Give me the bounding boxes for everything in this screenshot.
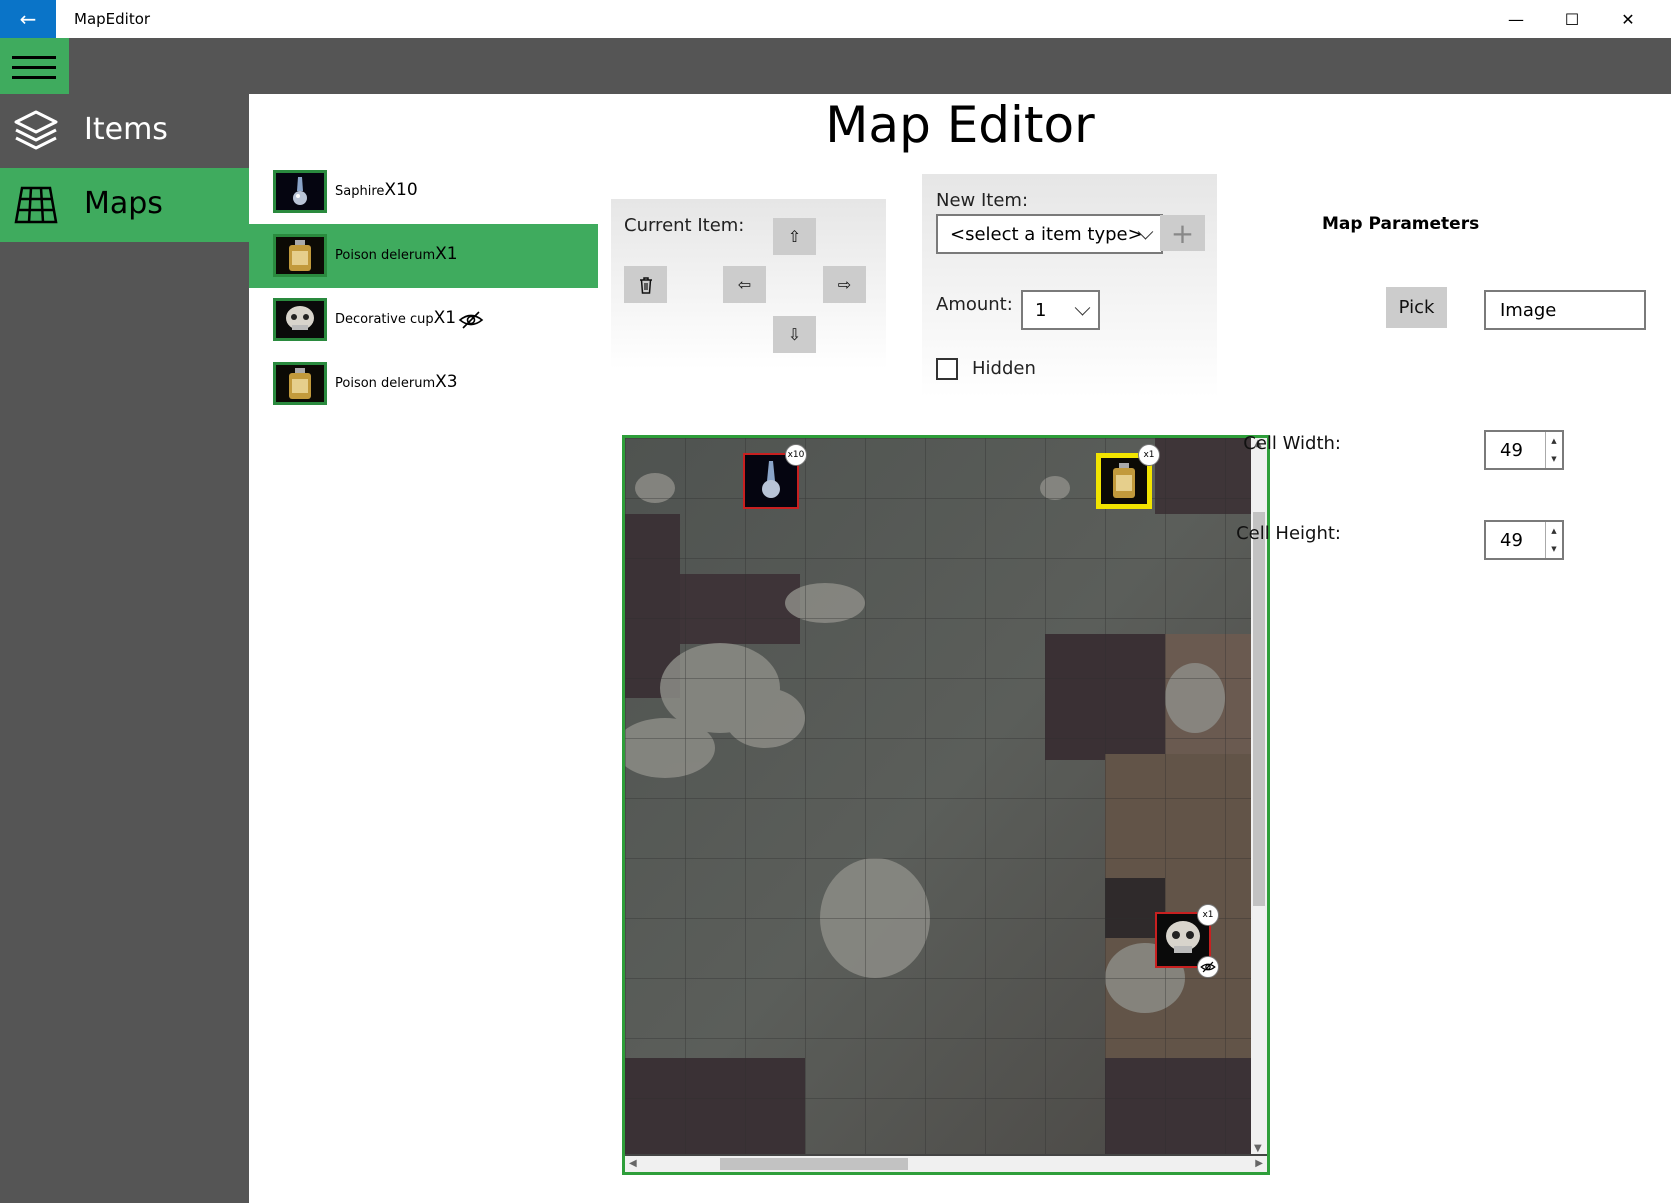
title-bar: ← MapEditor — ☐ ✕ — [0, 0, 1671, 38]
amount-label: Amount: — [936, 294, 1013, 315]
cell-height-stepper[interactable]: 49 ▲ ▼ — [1484, 520, 1564, 560]
app-title: MapEditor — [74, 10, 151, 28]
eye-hidden-icon — [458, 310, 484, 329]
nav-item-maps[interactable]: Maps — [0, 168, 249, 242]
item-type-select[interactable]: <select a item type> — [936, 214, 1163, 254]
amulet-icon — [273, 170, 327, 213]
decrement-icon[interactable]: ▼ — [1546, 450, 1562, 468]
list-item[interactable]: Poison delerumX3 — [249, 352, 598, 416]
page-title: Map Editor — [825, 96, 1095, 154]
left-nav: Items Maps — [0, 94, 249, 1203]
increment-icon[interactable]: ▲ — [1546, 432, 1562, 450]
hidden-label: Hidden — [972, 358, 1036, 379]
grid-icon — [14, 186, 58, 224]
move-up-button[interactable]: ⇧ — [773, 218, 816, 255]
cell-width-value: 49 — [1500, 439, 1523, 461]
nav-label-maps: Maps — [84, 186, 163, 221]
map-parameters-title: Map Parameters — [1322, 214, 1480, 234]
amount-value: 1 — [1035, 299, 1047, 321]
item-name: Decorative cup — [335, 312, 434, 327]
map-token-count-badge: x1 — [1138, 444, 1160, 466]
hamburger-menu-button[interactable] — [0, 38, 69, 94]
skull-cup-icon — [273, 298, 327, 341]
list-item-text: Poison delerumX3 — [335, 372, 458, 392]
top-bar — [0, 38, 1671, 94]
back-button[interactable]: ← — [0, 0, 56, 38]
cell-height-value: 49 — [1500, 529, 1523, 551]
chevron-down-icon — [1074, 300, 1091, 316]
flask-icon — [273, 234, 327, 277]
list-item[interactable]: Decorative cupX1 — [249, 288, 598, 352]
list-item-text: Poison delerumX1 — [335, 244, 458, 264]
layers-icon — [14, 110, 58, 150]
map-background — [625, 438, 1251, 1154]
item-name: Saphire — [335, 184, 385, 199]
move-down-button[interactable]: ⇩ — [773, 316, 816, 353]
cell-height-label: Cell Height: — [1236, 523, 1341, 544]
cell-width-stepper[interactable]: 49 ▲ ▼ — [1484, 430, 1564, 470]
item-count: X1 — [435, 244, 458, 264]
vertical-scrollbar[interactable]: ▲ ▼ — [1251, 438, 1267, 1154]
map-token-count-badge: x1 — [1197, 904, 1219, 926]
current-item-panel: Current Item: ⇧ ⇦ ⇨ ⇩ — [611, 199, 886, 369]
delete-button[interactable] — [624, 266, 667, 303]
list-item[interactable]: Poison delerumX1 — [249, 224, 598, 288]
scroll-right-arrow[interactable]: ▶ — [1255, 1158, 1263, 1169]
stepper-arrows[interactable]: ▲ ▼ — [1545, 522, 1562, 558]
hidden-checkbox[interactable] — [936, 358, 958, 380]
horizontal-scrollbar[interactable]: ◀ ▶ — [625, 1156, 1267, 1172]
scroll-down-arrow[interactable]: ▼ — [1254, 1143, 1262, 1154]
hamburger-line — [12, 76, 56, 79]
item-count: X1 — [433, 308, 457, 328]
amount-select[interactable]: 1 — [1021, 290, 1100, 330]
item-name: Poison delerum — [335, 248, 436, 263]
list-item-text: Decorative cupX1 — [335, 308, 484, 329]
close-button[interactable]: ✕ — [1600, 0, 1656, 38]
item-count: X3 — [435, 372, 458, 392]
eye-hidden-icon — [1197, 956, 1219, 978]
minimize-button[interactable]: — — [1488, 0, 1544, 38]
flask-icon — [1101, 458, 1147, 504]
item-type-placeholder: <select a item type> — [950, 223, 1143, 245]
increment-icon[interactable]: ▲ — [1546, 522, 1562, 540]
horizontal-scroll-thumb[interactable] — [720, 1158, 908, 1170]
scroll-left-arrow[interactable]: ◀ — [629, 1158, 637, 1169]
add-item-button[interactable]: + — [1160, 215, 1205, 251]
nav-label-items: Items — [84, 112, 168, 147]
map-canvas[interactable]: ▲ ▼ ◀ ▶ x10 x1 x1 — [622, 435, 1270, 1175]
image-field-value: Image — [1500, 299, 1557, 321]
list-item-text: SaphireX10 — [335, 180, 418, 200]
item-count: X10 — [384, 180, 418, 200]
nav-item-items[interactable]: Items — [0, 94, 249, 168]
list-item[interactable]: SaphireX10 — [249, 160, 598, 224]
cell-width-label: Cell Width: — [1243, 433, 1341, 454]
move-left-button[interactable]: ⇦ — [723, 266, 766, 303]
current-item-label: Current Item: — [624, 215, 745, 236]
maximize-button[interactable]: ☐ — [1544, 0, 1600, 38]
move-right-button[interactable]: ⇨ — [823, 266, 866, 303]
stepper-arrows[interactable]: ▲ ▼ — [1545, 432, 1562, 468]
pick-image-button[interactable]: Pick — [1386, 287, 1447, 328]
map-token-count-badge: x10 — [785, 444, 807, 466]
new-item-label: New Item: — [936, 190, 1029, 211]
hamburger-line — [12, 56, 56, 59]
trash-icon — [639, 276, 652, 294]
decrement-icon[interactable]: ▼ — [1546, 540, 1562, 558]
flask-icon — [273, 362, 327, 405]
vertical-scroll-thumb[interactable] — [1253, 512, 1265, 906]
item-name: Poison delerum — [335, 376, 436, 391]
hamburger-line — [12, 66, 56, 69]
image-field[interactable]: Image — [1484, 290, 1646, 330]
new-item-panel: New Item: <select a item type> + Amount:… — [922, 174, 1217, 398]
